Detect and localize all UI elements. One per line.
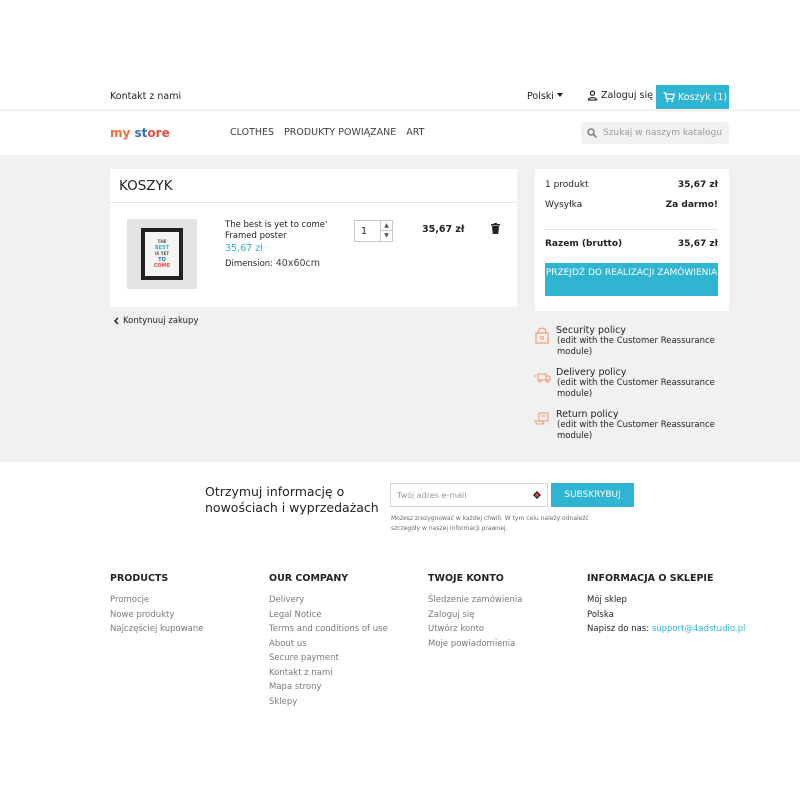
summary-products-row: 1 produkt 35,67 zł bbox=[545, 180, 718, 190]
store-country: Polska bbox=[587, 609, 614, 620]
footer-heading: TWOJE KONTO bbox=[428, 573, 504, 584]
footer-account: TWOJE KONTO Śledzenie zamówienia Zaloguj… bbox=[428, 573, 522, 651]
footer-link[interactable]: Kontakt z nami bbox=[269, 666, 388, 681]
footer-link[interactable]: Utwórz konto bbox=[428, 622, 522, 637]
footer-products: PRODUCTS Promocje Nowe produkty Najczęśc… bbox=[110, 573, 203, 637]
footer-link[interactable]: Śledzenie zamówienia bbox=[428, 593, 522, 608]
footer-link[interactable]: Zaloguj się bbox=[428, 608, 522, 623]
cart-icon bbox=[663, 91, 675, 102]
footer-link[interactable]: Legal Notice bbox=[269, 608, 388, 623]
newsletter-title: Otrzymuj informację o nowościach i wyprz… bbox=[205, 484, 379, 515]
main-nav: CLOTHES PRODUKTY POWIĄZANE ART bbox=[230, 127, 424, 138]
store-email-row: Napisz do nas: support@4adstudio.pl bbox=[587, 624, 746, 634]
footer-link[interactable]: About us bbox=[269, 637, 388, 652]
summary-shipping-row: Wysyłka Za darmo! bbox=[545, 200, 718, 210]
store-email-link[interactable]: support@4adstudio.pl bbox=[652, 624, 746, 634]
footer-link[interactable]: Moje powiadomienia bbox=[428, 637, 522, 652]
search-input[interactable]: Szukaj w naszym katalogu bbox=[581, 122, 729, 144]
newsletter-email-input[interactable]: Twój adres e-mail bbox=[390, 483, 548, 507]
line-total: 35,67 zł bbox=[422, 224, 465, 235]
chevron-left-icon bbox=[113, 317, 119, 325]
divider bbox=[110, 202, 517, 203]
cart-title: KOSZYK bbox=[119, 178, 173, 194]
footer-link[interactable]: Secure payment bbox=[269, 651, 388, 666]
continue-shopping-link[interactable]: Kontynuuj zakupy bbox=[113, 316, 198, 326]
nav-art[interactable]: ART bbox=[406, 127, 424, 138]
divider bbox=[545, 229, 718, 230]
cart-button-label: Koszyk (1) bbox=[678, 91, 728, 103]
product-name[interactable]: The best is yet to come' Framed poster bbox=[225, 220, 335, 242]
quantity-stepper[interactable]: 1 ▲ ▼ bbox=[354, 220, 393, 242]
cart-button[interactable]: Koszyk (1) bbox=[656, 85, 729, 109]
quantity-spinner: ▲ ▼ bbox=[380, 221, 392, 241]
return-icon bbox=[533, 412, 549, 425]
product-thumbnail[interactable]: THE BEST IS YET TO COME bbox=[127, 219, 197, 289]
cart-panel: KOSZYK THE BEST IS YET TO COME The best … bbox=[110, 169, 517, 307]
footer-heading: PRODUCTS bbox=[110, 573, 169, 584]
caret-down-icon bbox=[556, 93, 563, 97]
poster-image: THE BEST IS YET TO COME bbox=[145, 232, 179, 276]
footer-link[interactable]: Sklepy bbox=[269, 695, 388, 710]
reassurance-security: Security policy (edit with the Customer … bbox=[533, 325, 729, 358]
contact-link[interactable]: Kontakt z nami bbox=[110, 91, 181, 102]
footer-heading: INFORMACJA O SKLEPIE bbox=[587, 573, 714, 584]
footer-link[interactable]: Mapa strony bbox=[269, 680, 388, 695]
footer-link[interactable]: Nowe produkty bbox=[110, 608, 203, 623]
store-name: Mój sklep bbox=[587, 595, 627, 605]
reassurance-return: Return policy (edit with the Customer Re… bbox=[533, 409, 729, 442]
increment-button[interactable]: ▲ bbox=[381, 221, 392, 231]
checkout-button[interactable]: PRZEJDŹ DO REALIZACJI ZAMÓWIENIA bbox=[545, 263, 718, 296]
footer-link[interactable]: Najczęściej kupowane bbox=[110, 622, 203, 637]
lock-icon bbox=[535, 327, 549, 344]
email-placeholder: Twój adres e-mail bbox=[397, 491, 467, 500]
product-price: 35,67 zł bbox=[225, 243, 263, 254]
footer-company: OUR COMPANY Delivery Legal Notice Terms … bbox=[269, 573, 388, 709]
footer-link[interactable]: Promocje bbox=[110, 593, 203, 608]
header: my store CLOTHES PRODUKTY POWIĄZANE ART … bbox=[0, 110, 800, 155]
delete-icon[interactable] bbox=[491, 223, 500, 237]
summary-total-row: Razem (brutto) 35,67 zł bbox=[545, 239, 718, 249]
nav-clothes[interactable]: CLOTHES bbox=[230, 127, 274, 138]
quantity-value[interactable]: 1 bbox=[361, 226, 367, 237]
main-content: KOSZYK THE BEST IS YET TO COME The best … bbox=[0, 155, 800, 462]
reassurance-delivery: Delivery policy (edit with the Customer … bbox=[533, 367, 729, 400]
footer-store-info: INFORMACJA O SKLEPIE Mój sklep Polska Na… bbox=[587, 573, 800, 637]
newsletter-note: Możesz zrezygnować w każdej chwili. W ty… bbox=[391, 515, 589, 532]
footer-heading: OUR COMPANY bbox=[269, 573, 349, 584]
subscribe-button[interactable]: SUBSKRYBUJ bbox=[551, 483, 634, 507]
continue-shopping-label: Kontynuuj zakupy bbox=[123, 316, 199, 326]
truck-icon bbox=[534, 373, 551, 383]
footer-link[interactable]: Terms and conditions of use bbox=[269, 622, 388, 637]
search-icon bbox=[587, 128, 597, 138]
nav-related-products[interactable]: PRODUKTY POWIĄZANE bbox=[284, 127, 396, 138]
product-dimension: Dimension: 40x60cm bbox=[225, 258, 321, 269]
language-selector[interactable]: Polski bbox=[527, 91, 563, 102]
cart-summary: 1 produkt 35,67 zł Wysyłka Za darmo! Razem… bbox=[535, 169, 729, 311]
login-link[interactable]: Zaloguj się bbox=[587, 90, 653, 101]
poster-frame: THE BEST IS YET TO COME bbox=[141, 228, 183, 280]
search-placeholder: Szukaj w naszym katalogu bbox=[603, 128, 722, 138]
top-bar: Kontakt z nami Polski Zaloguj się Koszyk… bbox=[0, 80, 800, 110]
user-icon bbox=[587, 90, 598, 101]
language-label: Polski bbox=[527, 91, 554, 102]
store-logo[interactable]: my store bbox=[110, 126, 170, 140]
decrement-button[interactable]: ▼ bbox=[381, 231, 392, 241]
autofill-icon[interactable] bbox=[531, 489, 543, 501]
footer-link[interactable]: Delivery bbox=[269, 593, 388, 608]
login-label: Zaloguj się bbox=[601, 90, 653, 101]
